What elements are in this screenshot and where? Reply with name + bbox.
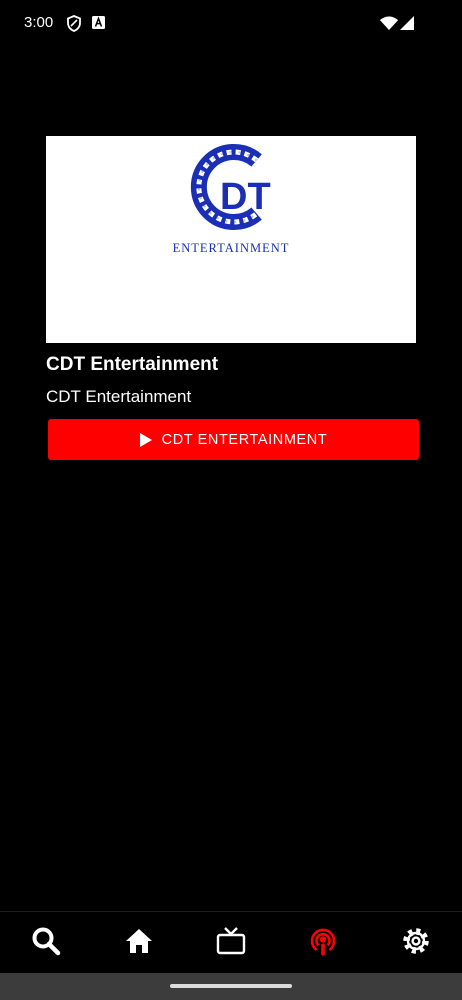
card-thumbnail[interactable]: DT ENTERTAINMENT xyxy=(46,136,416,343)
nav-search[interactable] xyxy=(16,912,76,974)
home-icon xyxy=(125,928,153,959)
nav-home[interactable] xyxy=(109,912,169,974)
gesture-area xyxy=(0,973,462,1000)
signal-icon xyxy=(400,16,414,35)
nav-tv[interactable] xyxy=(201,912,261,974)
status-bar: 3:00 xyxy=(0,0,462,48)
card-subtitle: CDT Entertainment xyxy=(46,387,192,406)
a-badge-icon xyxy=(92,16,105,34)
play-button-label: CDT ENTERTAINMENT xyxy=(161,431,328,448)
shield-icon xyxy=(66,15,82,37)
tv-icon xyxy=(216,926,246,961)
play-button[interactable]: CDT ENTERTAINMENT xyxy=(48,419,419,460)
search-icon xyxy=(31,926,61,961)
card-title: CDT Entertainment xyxy=(46,354,219,375)
status-time: 3:00 xyxy=(24,14,54,31)
gear-icon xyxy=(401,926,431,961)
home-gesture-bar[interactable] xyxy=(170,984,292,988)
nav-settings[interactable] xyxy=(386,912,446,974)
bottom-nav xyxy=(0,911,462,973)
play-icon xyxy=(139,432,152,447)
logo-tagline: ENTERTAINMENT xyxy=(173,241,290,255)
podcast-icon xyxy=(307,925,339,962)
nav-podcast[interactable] xyxy=(293,912,353,974)
cdt-logo: DT ENTERTAINMENT xyxy=(173,144,290,255)
logo-wordmark: DT xyxy=(220,176,271,218)
wifi-icon xyxy=(380,16,398,35)
